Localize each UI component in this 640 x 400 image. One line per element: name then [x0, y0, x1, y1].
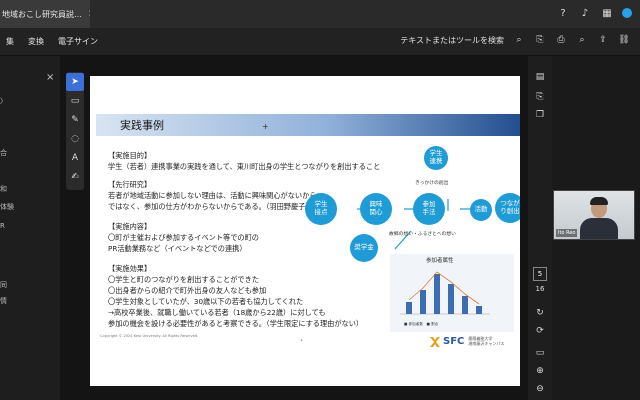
comment-panel-icon[interactable]: ▤	[533, 70, 547, 84]
sign-icon[interactable]: ✍	[66, 168, 84, 186]
diagram-node-label: 興味 関心	[369, 200, 383, 216]
diagram-node-label: 奨学金	[354, 243, 374, 252]
diagram-node-label: 活動	[474, 205, 488, 214]
copyright-text: Copyright © 2024 Keio University. All Ri…	[100, 334, 199, 338]
user-avatar[interactable]	[622, 8, 632, 18]
crosshair-cursor-icon: +	[262, 122, 269, 131]
diagram-node: つなが り創出	[495, 193, 520, 223]
page-number-input[interactable]: 5	[533, 267, 547, 281]
panel-fragment: R	[0, 222, 5, 230]
footer-dot: •	[300, 338, 303, 344]
diagram-node-label: 参加 手法	[422, 200, 436, 216]
title-bar: 地域おこし研究員説… × ? ♪ ▦	[0, 0, 640, 28]
participant-chart: 参加者属性 ■ 参加者数 ■ 割合	[390, 254, 514, 332]
diagram-node-label: 学生 接点	[314, 200, 328, 216]
section-heading: 【先行研究】	[108, 180, 152, 189]
section-line: 若者が地域活動に参加しない理由は、活動に興味関心がないから	[108, 191, 317, 200]
panel-fragment: 同	[0, 281, 7, 289]
panel-fragment: 和	[0, 185, 7, 193]
slide-page: 実践事例 + 【実施目的】 学生（若者）連携事業の実践を通して、東川町出身の学生…	[90, 76, 520, 386]
link-icon[interactable]: ⛓	[618, 34, 630, 46]
sfc-logo-mark-icon	[430, 336, 440, 347]
apps-grid-icon[interactable]: ▦	[600, 6, 614, 20]
save-icon[interactable]: ⎘	[534, 34, 546, 46]
section-line: 〇出身者からの紹介で町外出身の友人なども参加	[108, 286, 267, 295]
document-tab[interactable]: 地域おこし研究員説… ×	[0, 0, 90, 28]
section-heading: 【実施効果】	[108, 264, 152, 273]
participant-body	[580, 218, 618, 239]
menu-bar: 集 変換 電子サイン テキストまたはツールを検索 ⌕ ⎘ ⎙ ⌕ ⇪ ⛓	[0, 28, 640, 56]
section-line: PR活動業務など（イベントなどでの連携）	[108, 244, 247, 253]
diagram-node: 学生 接点	[305, 193, 337, 225]
slide-title-band: 実践事例	[96, 114, 520, 136]
diagram-edge-label: 故郷の想い・ふるさとへの想い	[389, 232, 456, 237]
section-line: →高校卒業後、就職し働いている若者（18歳から22歳）に対しても	[108, 308, 326, 317]
page-view-icon[interactable]: ▭	[533, 346, 547, 360]
right-toolbar: ▤ ⎘ ❐ 5 16 ↻ ⟳ ▭ ⊕ ⊖	[528, 56, 552, 400]
page-total: 16	[535, 285, 545, 293]
text-icon[interactable]: A	[66, 149, 84, 167]
section-line: 〇学生対象としていたが、30歳以下の若者も協力してくれた	[108, 297, 304, 306]
section-line: 〇町が主催および参加するイベント等での町の	[108, 233, 259, 242]
comment-icon[interactable]: ▭	[66, 92, 84, 110]
lasso-icon[interactable]: ◌	[66, 130, 84, 148]
diagram-edge-label: きっかけの創出	[415, 181, 449, 186]
participant-name: Ito Reo	[556, 229, 578, 237]
diagram-node-label: 学生 連携	[429, 149, 443, 165]
tab-close-icon[interactable]: ×	[88, 9, 90, 19]
slide-title: 実践事例	[120, 119, 164, 132]
left-panel: × 〉 合 和 体験 R 同 情	[0, 56, 60, 400]
notification-bell-icon[interactable]: ♪	[578, 6, 592, 20]
chart-legend: ■ 参加者数 ■ 割合	[404, 322, 439, 326]
section-heading: 【実施目的】	[108, 151, 152, 160]
menu-convert[interactable]: 変換	[28, 36, 44, 47]
diagram-node: 興味 関心	[360, 193, 392, 225]
print-icon[interactable]: ⎙	[555, 34, 567, 46]
participant-video-tile[interactable]: Ito Reo	[553, 190, 635, 240]
zoom-out-icon[interactable]: ⊖	[533, 382, 547, 396]
diagram-node: 学生 連携	[424, 146, 448, 170]
panel-fragment: 情	[0, 297, 7, 305]
diagram-node: 活動	[470, 199, 492, 221]
panel-fragment: 〉	[0, 97, 7, 105]
menu-edit[interactable]: 集	[6, 36, 14, 47]
pages-icon[interactable]: ❐	[533, 108, 547, 122]
find-icon[interactable]: ⌕	[576, 34, 588, 46]
sfc-logo: SFC 慶應義塾大学 湘南藤沢キャンパス	[430, 336, 504, 347]
chart-graphic	[400, 271, 490, 315]
zoom-in-icon[interactable]: ⊕	[533, 364, 547, 378]
section-line: ではなく、参加の仕方がわからないからである。（羽田野慶子）	[108, 202, 313, 211]
search-icon[interactable]: ⌕	[513, 34, 525, 46]
refresh-icon[interactable]: ⟳	[533, 324, 547, 338]
panel-fragment: 体験	[0, 203, 14, 211]
tool-rail: ➤ ▭ ✎ ◌ A ✍	[66, 72, 84, 190]
logo-text: SFC	[443, 336, 465, 347]
share-icon[interactable]: ⇪	[597, 34, 609, 46]
rotate-icon[interactable]: ↻	[533, 306, 547, 320]
diagram-node: 参加 手法	[413, 193, 445, 225]
logo-subtext: 慶應義塾大学 湘南藤沢キャンパス	[468, 335, 505, 346]
section-heading: 【実施内容】	[108, 222, 152, 231]
tool-search-input[interactable]: テキストまたはツールを検索	[400, 35, 504, 46]
page-current: 5	[537, 270, 543, 278]
participant-hair	[590, 197, 608, 205]
help-icon[interactable]: ?	[556, 6, 570, 20]
menu-esign[interactable]: 電子サイン	[58, 36, 98, 47]
pen-icon[interactable]: ✎	[66, 111, 84, 129]
panel-close-icon[interactable]: ×	[46, 72, 54, 83]
bookmark-icon[interactable]: ⎘	[533, 90, 547, 104]
diagram-node-label: つなが り創出	[500, 199, 520, 215]
diagram-node: 奨学金	[350, 234, 378, 262]
tab-title: 地域おこし研究員説…	[2, 9, 82, 19]
section-line: 〇学生と町のつながりを創出することができた	[108, 275, 259, 284]
panel-fragment: 合	[0, 149, 7, 157]
select-cursor-icon[interactable]: ➤	[66, 73, 84, 91]
